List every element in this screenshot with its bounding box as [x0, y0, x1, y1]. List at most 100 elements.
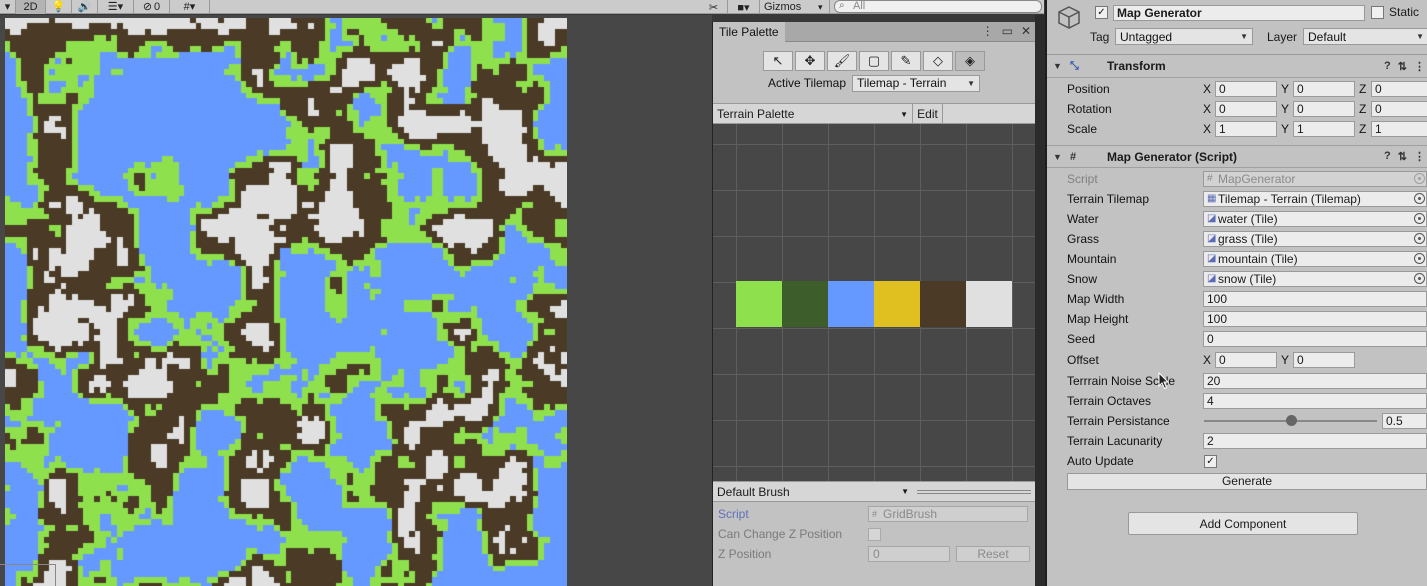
palette-tile[interactable]	[828, 281, 874, 327]
palette-tile[interactable]	[966, 281, 1012, 327]
paint-tool-button[interactable]: 🖌	[827, 51, 857, 71]
octaves-field[interactable]: 4	[1203, 393, 1427, 409]
eraser-tool-button[interactable]: ◇	[923, 51, 953, 71]
fill-tool-button[interactable]: ◈	[955, 51, 985, 71]
palette-tiles	[736, 281, 1012, 327]
tile-asset-icon: ◪	[1207, 273, 1217, 284]
mode-2d-button[interactable]: 2D	[16, 0, 46, 14]
foldout-icon[interactable]: ▼	[1053, 152, 1062, 162]
palette-grid[interactable]	[713, 124, 1035, 481]
position-x-field[interactable]: 0	[1215, 81, 1277, 97]
rotation-x-field[interactable]: 0	[1215, 101, 1277, 117]
chevron-down-icon: ▼	[900, 109, 908, 119]
map-height-row: Map Height 100	[1047, 309, 1427, 329]
select-tool-button[interactable]: ↖	[763, 51, 793, 71]
position-y-field[interactable]: 0	[1293, 81, 1355, 97]
brush-script-field: # GridBrush	[868, 506, 1028, 522]
camera-icon[interactable]: ■▾	[728, 0, 760, 14]
gizmos-dropdown[interactable]: Gizmos ▾	[760, 0, 830, 14]
reset-z-button[interactable]: Reset	[956, 546, 1030, 562]
terrain-tilemap-field[interactable]: ▦ Tilemap - Terrain (Tilemap)	[1203, 191, 1427, 207]
tab-tile-palette[interactable]: Tile Palette	[713, 21, 785, 42]
scene-view[interactable]	[0, 15, 712, 586]
rotation-y-field[interactable]: 0	[1293, 101, 1355, 117]
component-menu-icon[interactable]: ⋮	[1414, 60, 1425, 73]
add-component-button[interactable]: Add Component	[1128, 512, 1358, 535]
help-icon[interactable]: ?	[1384, 60, 1391, 73]
maximize-icon[interactable]: ▭	[1002, 24, 1013, 38]
presets-icon[interactable]: ⇅	[1398, 60, 1407, 73]
toolbar-menu-button[interactable]: ▾	[0, 0, 16, 14]
noise-scale-field[interactable]: 20	[1203, 373, 1427, 389]
picker-tool-button[interactable]: ✎	[891, 51, 921, 71]
map-generator-header[interactable]: ▼ # Map Generator (Script) ? ⇅ ⋮	[1047, 145, 1427, 168]
grass-row: Grass ◪ grass (Tile)	[1047, 229, 1427, 249]
seed-field[interactable]: 0	[1203, 331, 1427, 347]
search-icon: ⌕	[839, 0, 845, 11]
can-change-z-label: Can Change Z Position	[718, 527, 843, 541]
map-height-field[interactable]: 100	[1203, 311, 1427, 327]
grass-tile-field[interactable]: ◪ grass (Tile)	[1203, 231, 1427, 247]
hidden-objects-toggle[interactable]: ⊘ 0	[134, 0, 170, 14]
object-picker-icon[interactable]	[1414, 213, 1425, 224]
position-z-field[interactable]: 0	[1371, 81, 1427, 97]
scale-z-field[interactable]: 1	[1371, 121, 1427, 137]
object-picker-icon[interactable]	[1414, 193, 1425, 204]
help-icon[interactable]: ?	[1384, 150, 1391, 163]
rotation-z-field[interactable]: 0	[1371, 101, 1427, 117]
gameobject-active-checkbox[interactable]: ✓	[1095, 6, 1108, 19]
eraser-icon: ◇	[933, 53, 943, 68]
scene-search-input[interactable]: ⌕ All	[834, 0, 1042, 13]
palette-tile[interactable]	[874, 281, 920, 327]
tag-dropdown[interactable]: Untagged ▼	[1115, 28, 1253, 45]
gameobject-name-field[interactable]: Map Generator	[1113, 5, 1365, 21]
snow-tile-field[interactable]: ◪ snow (Tile)	[1203, 271, 1427, 287]
component-menu-icon[interactable]: ⋮	[1414, 150, 1425, 163]
static-checkbox[interactable]	[1371, 6, 1384, 19]
transform-header[interactable]: ▼ ⤡ Transform ? ⇅ ⋮	[1047, 55, 1427, 78]
can-change-z-checkbox[interactable]	[868, 527, 881, 541]
palette-tile[interactable]	[736, 281, 782, 327]
transform-icon: ⤡	[1070, 59, 1079, 72]
auto-update-checkbox[interactable]: ✓	[1204, 454, 1217, 468]
scale-x-field[interactable]: 1	[1215, 121, 1277, 137]
palette-dropdown[interactable]: Terrain Palette ▼	[713, 104, 913, 124]
effects-toggle-icon[interactable]: ☰▾	[98, 0, 134, 14]
layer-dropdown[interactable]: Default ▼	[1303, 28, 1427, 45]
map-width-field[interactable]: 100	[1203, 291, 1427, 307]
palette-tile[interactable]	[782, 281, 828, 327]
offset-y-field[interactable]: 0	[1293, 352, 1355, 368]
audio-toggle-icon[interactable]: 🔊	[72, 0, 98, 14]
lacunarity-field[interactable]: 2	[1203, 433, 1427, 449]
lighting-toggle-icon[interactable]: 💡	[46, 0, 72, 14]
generate-button[interactable]: Generate	[1067, 472, 1427, 490]
box-fill-tool-button[interactable]: ▢	[859, 51, 889, 71]
edit-palette-button[interactable]: Edit	[913, 104, 943, 124]
z-position-field[interactable]: 0	[868, 546, 950, 562]
persistance-field[interactable]: 0.5	[1382, 413, 1427, 429]
tools-icon[interactable]: ✂	[700, 0, 728, 14]
move-tool-button[interactable]: ✥	[795, 51, 825, 71]
object-picker-icon[interactable]	[1414, 233, 1425, 244]
persistance-slider-thumb[interactable]	[1285, 415, 1297, 426]
unity-editor: ▾ 2D 💡 🔊 ☰▾ ⊘ 0 #▾ ✂ ■▾ Gizmos ▾ ⌕ All T…	[0, 0, 1427, 586]
offset-x-field[interactable]: 0	[1215, 352, 1277, 368]
paint-brush-icon: 🖌	[833, 53, 851, 68]
more-options-icon[interactable]: ⋮	[982, 24, 994, 38]
active-tilemap-label: Active Tilemap	[767, 76, 847, 90]
close-icon[interactable]: ✕	[1021, 24, 1031, 38]
brush-dropdown[interactable]: Default Brush ▼	[713, 482, 913, 502]
grid-toggle-icon[interactable]: #▾	[170, 0, 210, 14]
water-tile-field[interactable]: ◪ water (Tile)	[1203, 211, 1427, 227]
object-picker-icon[interactable]	[1414, 273, 1425, 284]
eye-off-icon: ⊘	[142, 1, 153, 13]
mountain-tile-field[interactable]: ◪ mountain (Tile)	[1203, 251, 1427, 267]
presets-icon[interactable]: ⇅	[1398, 150, 1407, 163]
brush-splitter-handle[interactable]	[917, 490, 1031, 494]
object-picker-icon[interactable]	[1414, 253, 1425, 264]
terrain-tilemap-render[interactable]	[5, 18, 567, 586]
foldout-icon[interactable]: ▼	[1053, 61, 1062, 71]
palette-tile[interactable]	[920, 281, 966, 327]
scale-y-field[interactable]: 1	[1293, 121, 1355, 137]
active-tilemap-dropdown[interactable]: Tilemap - Terrain ▼	[852, 74, 981, 92]
